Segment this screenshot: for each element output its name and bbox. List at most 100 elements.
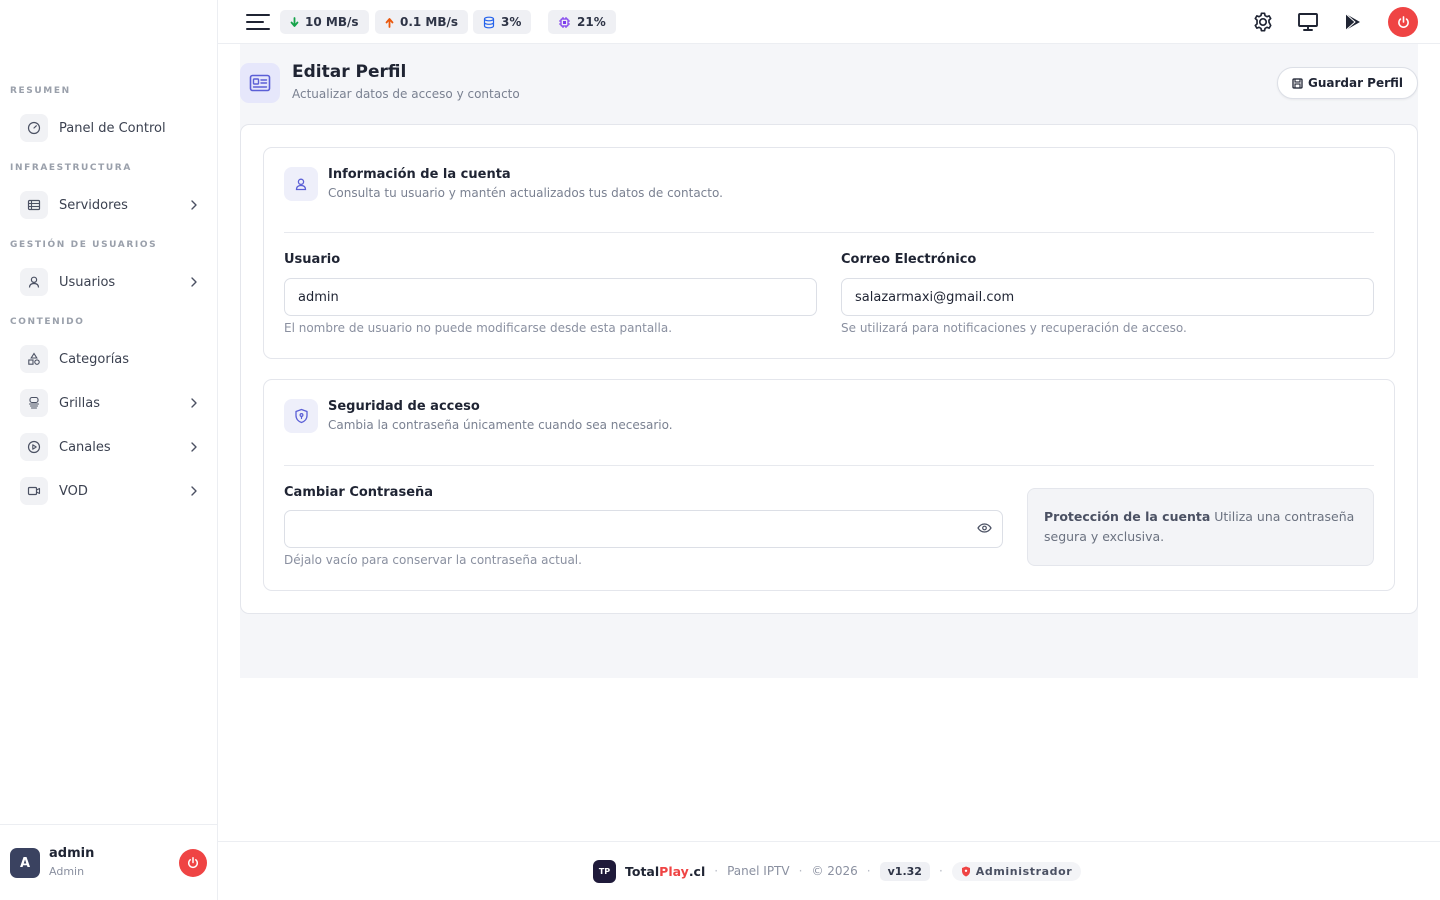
sidebar-item-vod[interactable]: VOD [20, 476, 200, 506]
protect-title: Protección de la cuenta [1044, 509, 1211, 524]
footer-product: Panel IPTV [727, 864, 790, 878]
chevron-right-icon [188, 397, 200, 409]
sidebar-item-grillas[interactable]: Grillas [20, 388, 200, 418]
power-icon [187, 857, 199, 869]
brand-suffix: .cl [688, 863, 706, 879]
stat-disk: 3% [473, 10, 532, 34]
separator: · [798, 864, 803, 878]
save-profile-label: Guardar Perfil [1307, 76, 1404, 90]
grid-icon [20, 389, 48, 417]
stat-cpu: 21% [548, 10, 616, 34]
email-input[interactable] [841, 278, 1374, 316]
play-store-button[interactable] [1340, 9, 1366, 35]
stat-upload: 0.1 MB/s [375, 10, 469, 34]
server-icon [20, 191, 48, 219]
footer: TP Total Play .cl · Panel IPTV · © 2026 · … [218, 841, 1440, 900]
monitor-icon [1298, 13, 1318, 31]
separator: · [714, 864, 719, 878]
brand-logo: TP [593, 859, 616, 883]
sidebar-item-label: Canales [59, 439, 111, 455]
stat-upload-value: 0.1 MB/s [400, 15, 459, 29]
chevron-right-icon [188, 276, 200, 288]
sidebar-item-label: Categorías [59, 351, 130, 367]
user-role: Admin [49, 865, 85, 878]
chevron-right-icon [188, 485, 200, 497]
email-help: Se utilizará para notificaciones y recup… [841, 321, 1187, 335]
section-label-gestion-usuarios: GESTIÓN DE USUARIOS [10, 240, 158, 250]
sidebar-item-usuarios[interactable]: Usuarios [20, 267, 200, 297]
username-label: Usuario [284, 252, 341, 267]
section-label-contenido: CONTENIDO [10, 317, 85, 327]
play-store-icon [1345, 13, 1360, 31]
brand-name: Total [625, 863, 660, 879]
page-subtitle: Actualizar datos de acceso y contacto [292, 87, 520, 101]
shield-icon [961, 866, 970, 876]
arrow-down-icon [290, 16, 299, 27]
gear-icon [1254, 12, 1272, 32]
sidebar-user: A admin Admin [0, 824, 217, 900]
sidebar-item-canales[interactable]: Canales [20, 432, 200, 462]
account-protection-note: Protección de la cuenta Utiliza una cont… [1027, 488, 1374, 566]
sidebar-item-label: Grillas [59, 395, 100, 411]
play-circle-icon [20, 433, 48, 461]
account-card-desc: Consulta tu usuario y mantén actualizado… [328, 186, 723, 200]
sidebar: RESUMEN Panel de Control INFRAESTRUCTURA… [0, 0, 218, 900]
database-icon [483, 16, 495, 28]
sidebar-item-servidores[interactable]: Servidores [20, 190, 200, 220]
role-badge-label: Administrador [975, 864, 1073, 878]
dashboard-icon [20, 114, 48, 142]
id-card-icon [240, 63, 280, 103]
sidebar-item-label: VOD [59, 483, 88, 499]
username-help: El nombre de usuario no puede modificars… [284, 321, 673, 335]
section-label-infraestructura: INFRAESTRUCTURA [10, 163, 132, 173]
email-label: Correo Electrónico [841, 252, 977, 267]
stat-cpu-value: 21% [577, 15, 606, 29]
brand-accent: Play [659, 863, 689, 879]
avatar[interactable]: A [10, 848, 40, 878]
menu-toggle-button[interactable] [246, 13, 270, 31]
sidebar-item-panel-de-control[interactable]: Panel de Control [20, 113, 200, 143]
chevron-right-icon [188, 441, 200, 453]
eye-icon[interactable] [975, 520, 993, 536]
sidebar-item-label: Panel de Control [59, 120, 166, 136]
topbar: 10 MB/s 0.1 MB/s 3% 21% [218, 0, 1440, 44]
shield-icon [284, 399, 318, 433]
stat-download: 10 MB/s [280, 10, 369, 34]
security-card-title: Seguridad de acceso [328, 399, 480, 414]
chevron-right-icon [188, 199, 200, 211]
monitor-button[interactable] [1295, 9, 1321, 35]
password-help: Déjalo vacío para conservar la contraseñ… [284, 553, 582, 567]
arrow-up-icon [385, 17, 394, 28]
stat-disk-value: 3% [501, 15, 522, 29]
sidebar-item-categorias[interactable]: Categorías [20, 344, 200, 374]
divider [284, 465, 1374, 466]
role-badge: Administrador [951, 861, 1082, 881]
power-icon [1397, 15, 1409, 28]
stat-download-value: 10 MB/s [305, 15, 359, 29]
footer-copyright: © 2026 [811, 864, 858, 878]
password-label: Cambiar Contraseña [284, 485, 434, 500]
shapes-icon [20, 345, 48, 373]
video-icon [20, 477, 48, 505]
separator: · [866, 864, 871, 878]
cpu-icon [559, 16, 570, 28]
username-input[interactable] [284, 278, 817, 316]
sidebar-item-label: Servidores [59, 197, 128, 213]
save-icon [1292, 77, 1303, 89]
logout-button-top[interactable] [1388, 7, 1418, 37]
save-profile-button[interactable]: Guardar Perfil [1277, 67, 1418, 99]
user-name: admin [49, 846, 95, 861]
password-input[interactable] [284, 510, 1003, 548]
sidebar-item-label: Usuarios [59, 274, 116, 290]
account-card-title: Información de la cuenta [328, 167, 511, 182]
user-icon [20, 268, 48, 296]
page-title: Editar Perfil [292, 62, 407, 82]
divider [284, 232, 1374, 233]
settings-button[interactable] [1250, 9, 1276, 35]
user-icon [284, 167, 318, 201]
footer-content: TP Total Play .cl · Panel IPTV · © 2026 · … [593, 859, 1082, 883]
separator: · [938, 864, 943, 878]
security-card-desc: Cambia la contraseña únicamente cuando s… [328, 418, 673, 432]
logout-button[interactable] [179, 849, 207, 877]
version-badge: v1.32 [879, 861, 930, 881]
